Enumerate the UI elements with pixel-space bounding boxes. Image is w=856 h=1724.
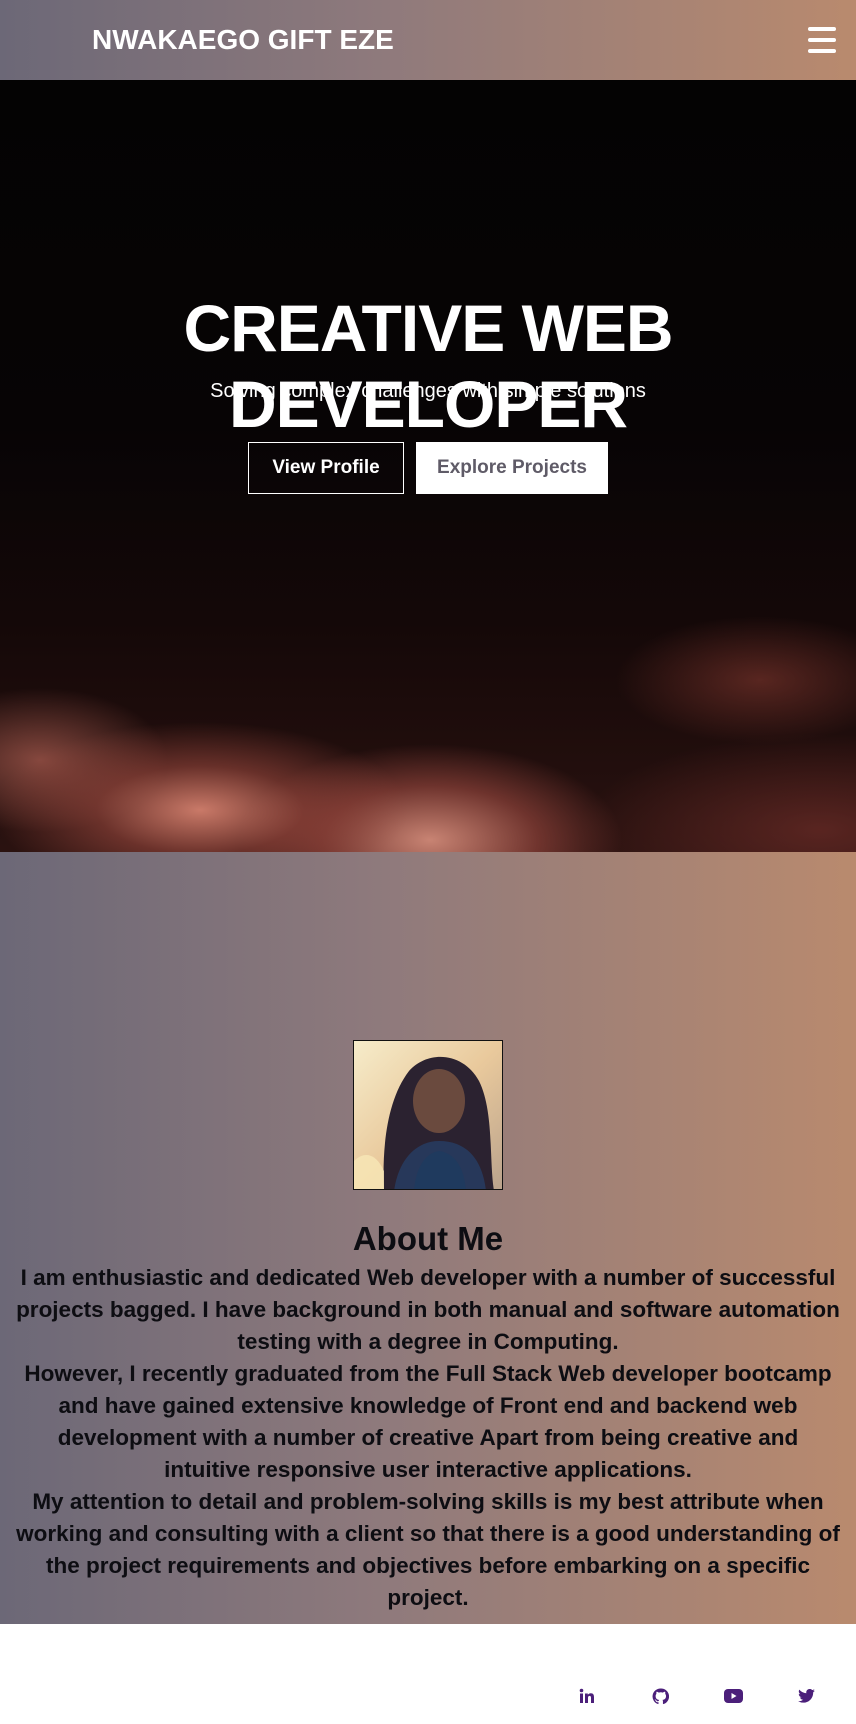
hero-section: CREATIVE WEB DEVELOPER Solving complex c… — [0, 80, 856, 852]
about-text: I am enthusiastic and dedicated Web deve… — [12, 1262, 844, 1614]
github-icon[interactable] — [650, 1686, 670, 1706]
about-title: About Me — [352, 1220, 504, 1257]
hero-title: CREATIVE WEB DEVELOPER — [183, 291, 673, 441]
footer — [0, 1624, 856, 1724]
about-paragraph: My attention to detail and problem-solvi… — [16, 1489, 840, 1610]
about-paragraph: I am enthusiastic and dedicated Web deve… — [16, 1265, 840, 1354]
hero-buttons: View Profile Explore Projects — [0, 442, 856, 494]
navbar: NWAKAEGO GIFT EZE — [0, 0, 856, 80]
youtube-icon[interactable] — [723, 1686, 743, 1706]
brand-name[interactable]: NWAKAEGO GIFT EZE — [92, 24, 394, 56]
about-paragraph: However, I recently graduated from the F… — [24, 1361, 832, 1482]
profile-photo-illustration — [354, 1041, 502, 1189]
profile-photo — [353, 1040, 503, 1190]
hamburger-bar — [808, 27, 836, 31]
view-profile-button[interactable]: View Profile — [248, 442, 404, 494]
hamburger-bar — [808, 38, 836, 42]
linkedin-icon[interactable] — [577, 1686, 597, 1706]
hamburger-menu-icon[interactable] — [808, 27, 836, 53]
hamburger-bar — [808, 49, 836, 53]
twitter-icon[interactable] — [796, 1686, 816, 1706]
social-links — [577, 1686, 816, 1706]
hero-subtitle: Solving complex challenges with simple s… — [210, 380, 646, 402]
about-section: About Me I am enthusiastic and dedicated… — [0, 852, 856, 1624]
explore-projects-button[interactable]: Explore Projects — [416, 442, 608, 494]
